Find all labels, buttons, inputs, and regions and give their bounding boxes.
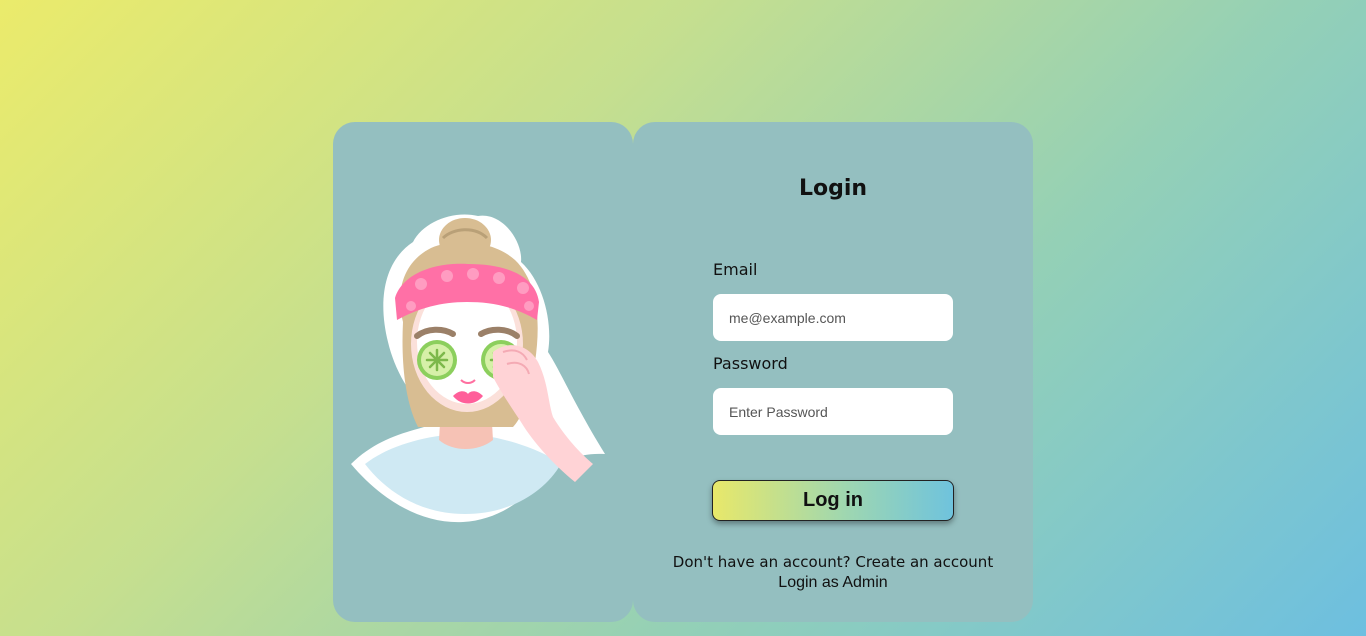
login-panel: Login Email Password Log in Don't have a… <box>633 122 1033 622</box>
password-field[interactable] <box>713 388 953 435</box>
admin-login-link[interactable]: Login as Admin <box>778 574 887 591</box>
signup-row: Don't have an account? Create an account <box>633 553 1033 571</box>
page-title: Login <box>798 176 868 201</box>
girl-face-mask-illustration-icon <box>351 214 605 523</box>
password-label: Password <box>713 354 788 373</box>
email-field[interactable] <box>713 294 953 341</box>
email-label: Email <box>713 260 758 279</box>
admin-row: Login as Admin <box>633 574 1033 592</box>
signup-prompt: Don't have an account? <box>672 553 851 571</box>
illustration-panel <box>333 122 633 622</box>
create-account-link[interactable]: Create an account <box>855 553 993 571</box>
login-button[interactable]: Log in <box>712 480 954 521</box>
